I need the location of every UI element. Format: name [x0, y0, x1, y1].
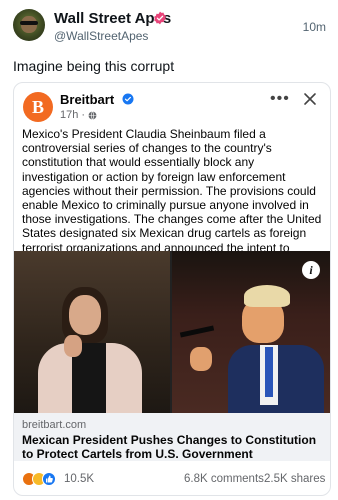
comments-count[interactable]: 6.8K comments	[184, 473, 264, 485]
like-reaction-icon	[42, 472, 56, 486]
breitbart-logo[interactable]: B	[23, 92, 53, 122]
reaction-icons[interactable]	[22, 472, 56, 486]
info-icon[interactable]: i	[302, 261, 320, 279]
article-image-right[interactable]: i	[172, 251, 330, 413]
verified-badge-icon	[154, 11, 166, 25]
thumbs-up-icon	[46, 475, 53, 483]
microphone	[179, 325, 215, 338]
avatar[interactable]	[13, 9, 45, 41]
embed-time: 17h	[60, 109, 79, 121]
figure-face	[69, 295, 101, 335]
article-image-left[interactable]	[14, 251, 170, 413]
figure-hand	[64, 335, 82, 357]
tweet-header: Wall Street Apes @WallStreetApes 10m	[0, 0, 338, 50]
link-domain: breitbart.com	[22, 419, 87, 431]
page-name[interactable]: Breitbart	[60, 92, 114, 107]
embed-meta: 17h ·	[60, 109, 97, 121]
engagement-bar: 10.5K 6.8K comments 2.5K shares	[14, 465, 330, 493]
meta-separator: ·	[81, 109, 86, 121]
close-icon[interactable]	[302, 91, 318, 107]
article-image-pair[interactable]: i	[14, 251, 330, 413]
shares-count[interactable]: 2.5K shares	[264, 473, 325, 485]
post-text: Imagine being this corrupt	[13, 58, 175, 74]
embedded-facebook-post[interactable]: B Breitbart 17h · ••• Mexico's President…	[13, 82, 331, 496]
more-options-icon[interactable]: •••	[270, 91, 290, 107]
reaction-count[interactable]: 10.5K	[64, 473, 94, 485]
figure-hand	[190, 347, 212, 371]
author-handle[interactable]: @WallStreetApes	[54, 29, 148, 43]
embed-header: B Breitbart 17h · •••	[14, 83, 330, 127]
embed-body-text: Mexico's President Claudia Sheinbaum fil…	[22, 127, 322, 269]
link-title[interactable]: Mexican President Pushes Changes to Cons…	[22, 433, 322, 461]
avatar-glasses	[20, 21, 38, 25]
post-time: 10m	[302, 20, 326, 34]
breitbart-logo-letter: B	[31, 96, 44, 117]
globe-icon	[88, 110, 97, 120]
figure-hair	[244, 285, 290, 307]
link-preview[interactable]: breitbart.com Mexican President Pushes C…	[14, 413, 330, 461]
verified-badge-icon	[122, 93, 134, 105]
figure-tie	[265, 347, 273, 397]
